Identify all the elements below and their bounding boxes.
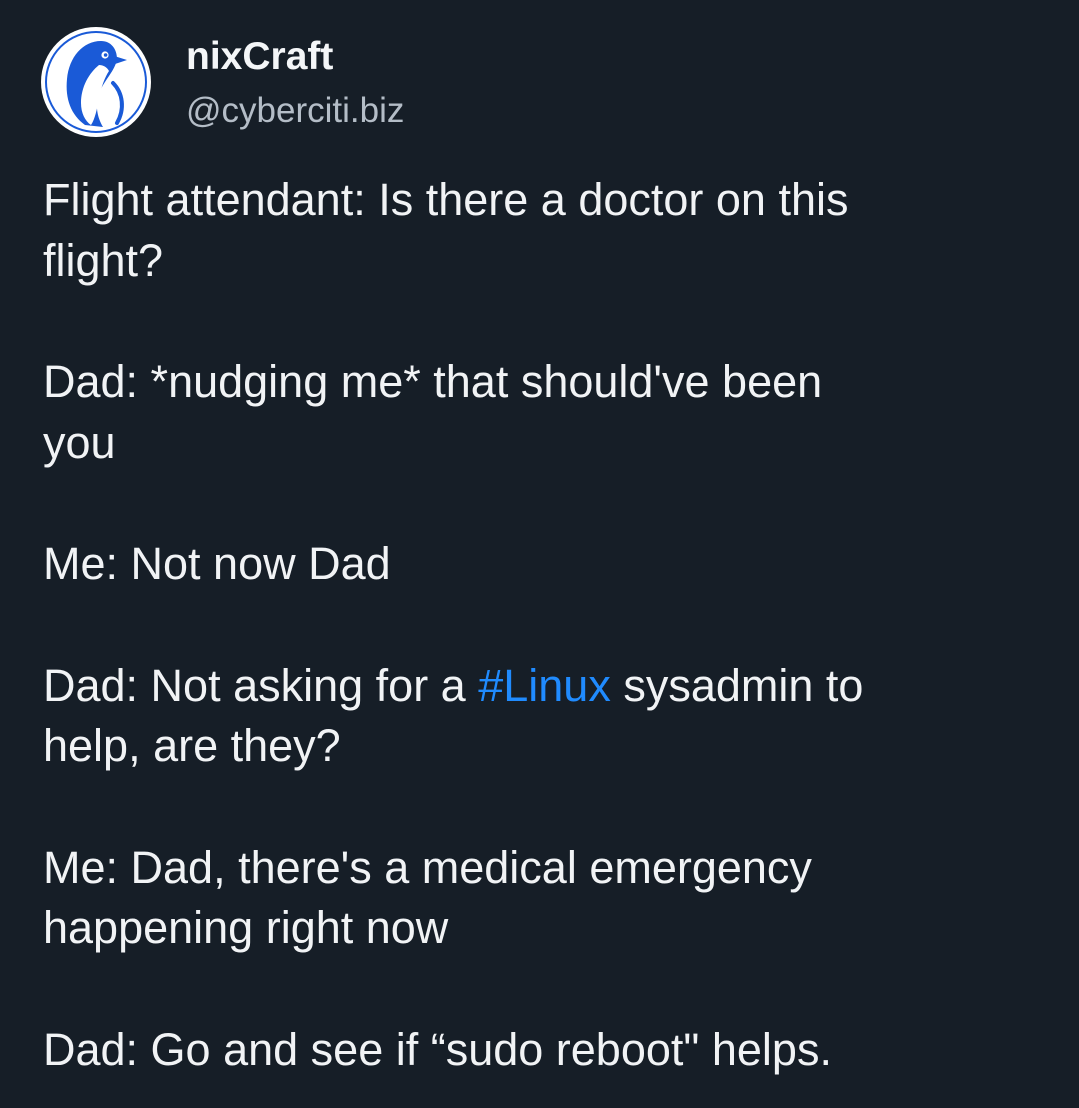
author-handle[interactable]: @cyberciti.biz (186, 89, 404, 133)
post-paragraph: Flight attendant: Is there a doctor on t… (43, 170, 1053, 291)
post-paragraph: Me: Not now Dad (43, 534, 1053, 595)
text-line: Flight attendant: Is there a doctor on t… (43, 174, 849, 225)
author-display-name[interactable]: nixCraft (186, 34, 333, 80)
post-text: Flight attendant: Is there a doctor on t… (43, 170, 1053, 1080)
hashtag-link[interactable]: #Linux (478, 660, 611, 711)
text-line: Dad: *nudging me* that should've been (43, 356, 823, 407)
text-line: help, are they? (43, 720, 341, 771)
text-line: Me: Dad, there's a medical emergency (43, 841, 812, 893)
text-line: flight? (43, 234, 164, 286)
post: nixCraft @cyberciti.biz Flight attendant… (0, 0, 1079, 1108)
post-paragraph: Me: Dad, there's a medical emergency hap… (43, 838, 1053, 959)
text-line: Me: Not now Dad (43, 538, 391, 589)
text-fragment: sysadmin to (610, 659, 864, 711)
post-paragraph: Dad: Go and see if “sudo reboot" helps. (43, 1020, 1053, 1081)
text-fragment: Dad: Not asking for a (43, 659, 479, 711)
post-paragraph: Dad: Not asking for a #Linux sysadmin to… (43, 656, 1053, 777)
text-line: happening right now (43, 902, 449, 953)
text-line: Dad: Go and see if “sudo reboot" helps. (43, 1023, 832, 1075)
post-paragraph: Dad: *nudging me* that should've been yo… (43, 352, 1053, 473)
author-avatar[interactable] (41, 27, 151, 137)
penguin-avatar-icon (43, 29, 149, 135)
text-line: you (43, 416, 116, 468)
